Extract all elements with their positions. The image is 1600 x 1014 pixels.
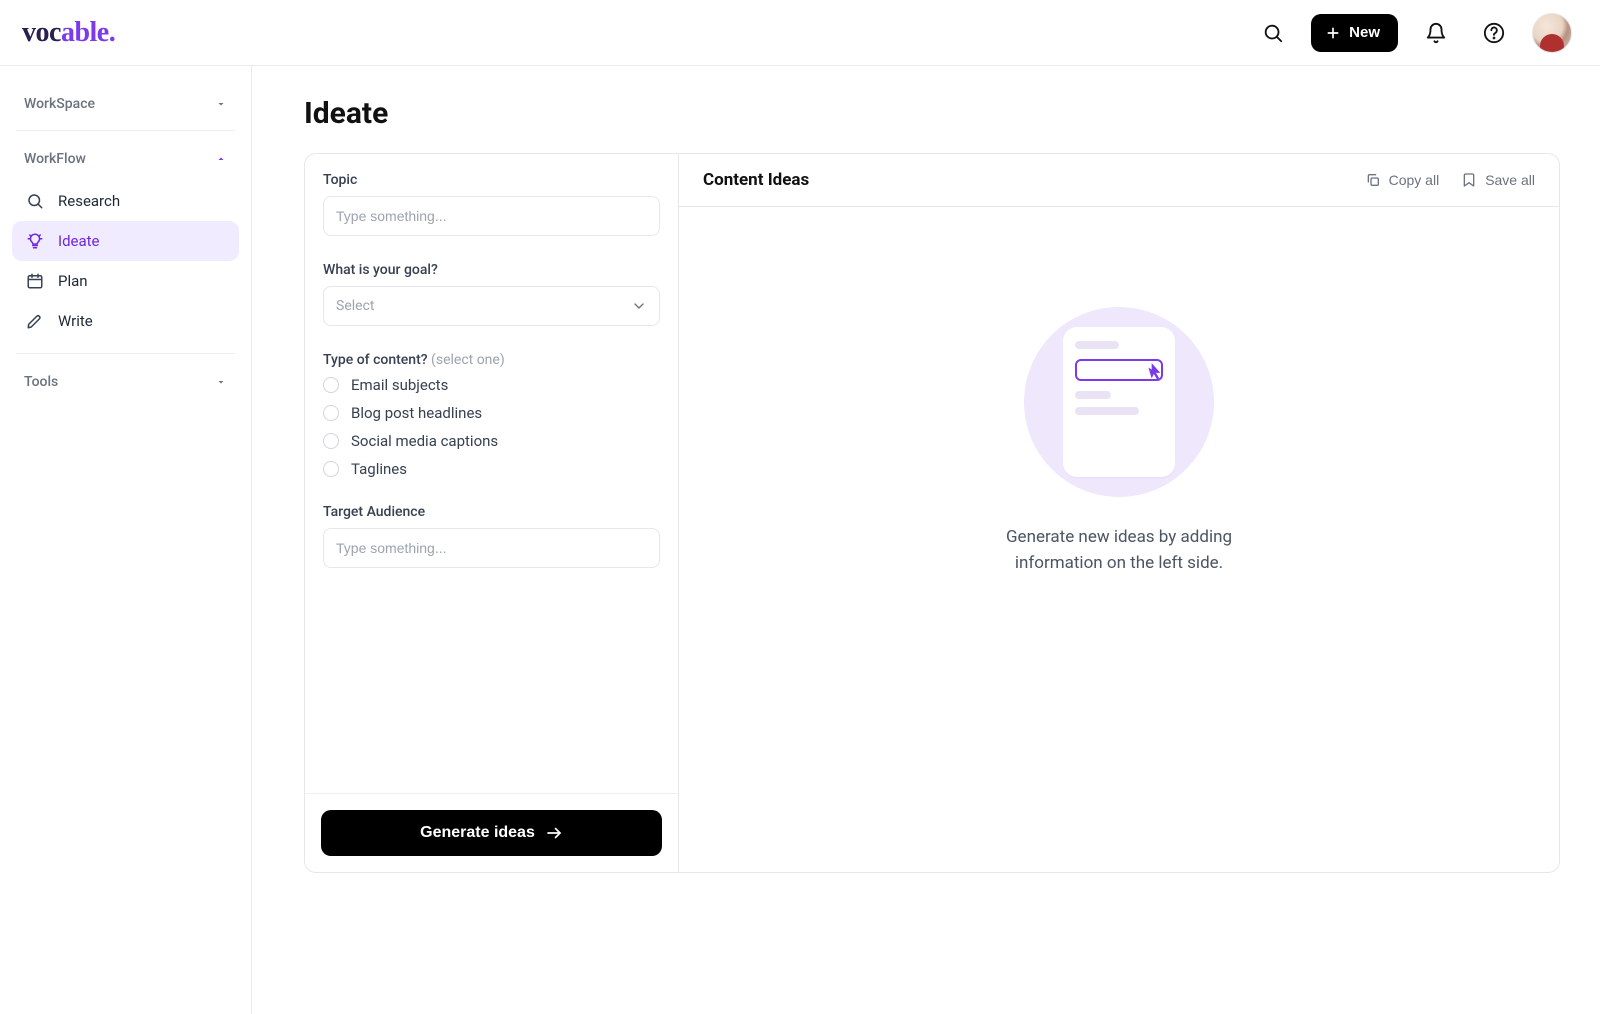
radio-taglines[interactable]: Taglines	[323, 460, 660, 478]
plus-icon	[1325, 25, 1341, 41]
search-button[interactable]	[1253, 13, 1293, 53]
field-goal: What is your goal? Select	[323, 262, 660, 326]
search-icon	[26, 192, 44, 210]
save-all-label: Save all	[1485, 172, 1535, 188]
results-panel: Content Ideas Copy all Save	[679, 154, 1559, 872]
section-label: Tools	[24, 374, 58, 390]
copy-all-label: Copy all	[1389, 172, 1440, 188]
sidebar-item-label: Plan	[58, 272, 88, 290]
sidebar-item-label: Ideate	[58, 232, 100, 250]
chevron-down-icon	[631, 298, 647, 314]
field-topic: Topic	[323, 172, 660, 236]
sidebar-item-write[interactable]: Write	[12, 301, 239, 341]
radio-label: Taglines	[351, 460, 407, 478]
phone-mock-icon	[1063, 327, 1175, 477]
brand-part2: able	[61, 17, 109, 48]
empty-illustration	[1024, 307, 1214, 497]
radio-blog-headlines[interactable]: Blog post headlines	[323, 404, 660, 422]
sidebar-item-label: Write	[58, 312, 93, 330]
notifications-button[interactable]	[1416, 13, 1456, 53]
brand-logo: vocable.	[22, 17, 115, 49]
copy-all-button[interactable]: Copy all	[1365, 172, 1440, 188]
lightbulb-icon	[26, 232, 44, 250]
radio-social-captions[interactable]: Social media captions	[323, 432, 660, 450]
generate-bar: Generate ideas	[305, 793, 678, 872]
radio-label: Email subjects	[351, 376, 448, 394]
empty-state: Generate new ideas by adding information…	[679, 207, 1559, 872]
results-title: Content Ideas	[703, 170, 809, 190]
chevron-down-icon	[215, 98, 227, 110]
page-title: Ideate	[304, 96, 1560, 131]
sidebar-section-workflow[interactable]: WorkFlow	[12, 141, 239, 177]
topic-input[interactable]	[323, 196, 660, 236]
form-panel: Topic What is your goal? Select	[305, 154, 679, 872]
sidebar-item-research[interactable]: Research	[12, 181, 239, 221]
pointer-icon	[1143, 361, 1169, 387]
avatar[interactable]	[1532, 13, 1572, 53]
generate-label: Generate ideas	[420, 824, 535, 842]
calendar-icon	[26, 272, 44, 290]
sidebar-item-ideate[interactable]: Ideate	[12, 221, 239, 261]
empty-line2: information on the left side.	[1006, 551, 1232, 577]
pen-icon	[26, 312, 44, 330]
sidebar-item-label: Research	[58, 192, 120, 210]
content-type-options: Email subjects Blog post headlines Socia…	[323, 376, 660, 478]
sidebar-item-plan[interactable]: Plan	[12, 261, 239, 301]
radio-label: Blog post headlines	[351, 404, 482, 422]
arrow-right-icon	[545, 824, 563, 842]
field-content-type: Type of content? (select one) Email subj…	[323, 352, 660, 478]
help-button[interactable]	[1474, 13, 1514, 53]
radio-icon	[323, 405, 339, 421]
field-audience: Target Audience	[323, 504, 660, 568]
topic-label: Topic	[323, 172, 660, 188]
app-header: vocable. New	[0, 0, 1600, 66]
results-header: Content Ideas Copy all Save	[679, 154, 1559, 207]
workflow-nav: Research Ideate Plan Write	[12, 181, 239, 341]
brand-dot: .	[109, 17, 116, 48]
copy-icon	[1365, 172, 1381, 188]
sidebar-section-workspace[interactable]: WorkSpace	[12, 86, 239, 122]
save-all-button[interactable]: Save all	[1461, 172, 1535, 188]
radio-icon	[323, 461, 339, 477]
section-label: WorkFlow	[24, 151, 86, 167]
ideate-panel: Topic What is your goal? Select	[304, 153, 1560, 873]
bookmark-icon	[1461, 172, 1477, 188]
radio-email-subjects[interactable]: Email subjects	[323, 376, 660, 394]
goal-select[interactable]: Select	[323, 286, 660, 326]
chevron-down-icon	[215, 376, 227, 388]
divider	[16, 353, 235, 354]
bell-icon	[1425, 22, 1447, 44]
brand-part1: voc	[22, 17, 61, 48]
goal-placeholder: Select	[336, 298, 374, 314]
section-label: WorkSpace	[24, 96, 95, 112]
radio-icon	[323, 377, 339, 393]
sidebar: WorkSpace WorkFlow Research	[0, 66, 252, 1014]
header-actions: New	[1253, 13, 1572, 53]
content-type-label: Type of content? (select one)	[323, 352, 660, 368]
goal-label: What is your goal?	[323, 262, 660, 278]
sidebar-section-tools[interactable]: Tools	[12, 364, 239, 400]
divider	[16, 130, 235, 131]
chevron-up-icon	[215, 153, 227, 165]
search-icon	[1262, 22, 1284, 44]
new-button[interactable]: New	[1311, 14, 1398, 52]
help-icon	[1483, 22, 1505, 44]
radio-icon	[323, 433, 339, 449]
new-button-label: New	[1349, 24, 1380, 41]
main-content: Ideate Topic What is your goal? Select	[252, 66, 1600, 1014]
content-type-hint: (select one)	[431, 352, 505, 368]
empty-text: Generate new ideas by adding information…	[1006, 525, 1232, 576]
audience-label: Target Audience	[323, 504, 660, 520]
generate-button[interactable]: Generate ideas	[321, 810, 662, 856]
audience-input[interactable]	[323, 528, 660, 568]
radio-label: Social media captions	[351, 432, 498, 450]
empty-line1: Generate new ideas by adding	[1006, 525, 1232, 551]
